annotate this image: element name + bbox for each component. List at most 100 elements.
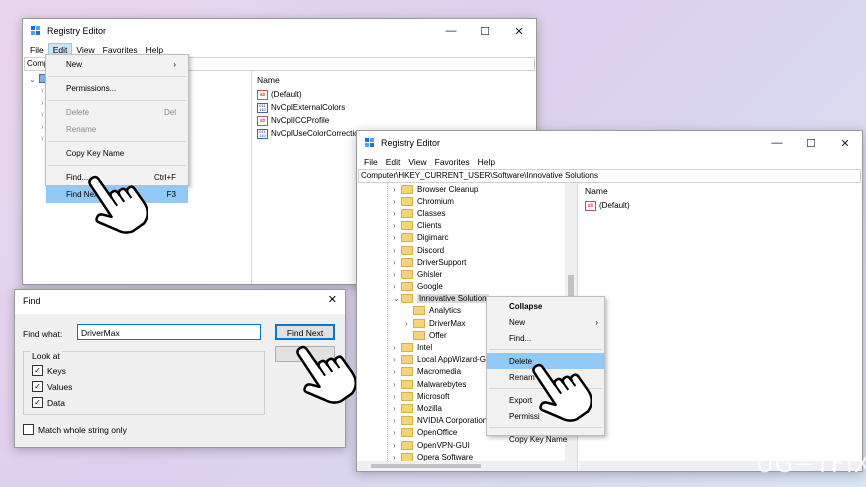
chevron-right-icon[interactable]: › <box>393 343 401 352</box>
tree-item[interactable]: ⌄ Innovative Solution <box>393 293 489 305</box>
tree-item[interactable]: › Browser Cleanup <box>393 183 489 195</box>
tree-item[interactable]: › Microsoft <box>393 390 489 402</box>
tree-item[interactable]: › NVIDIA Corporation <box>393 415 489 427</box>
chevron-right-icon[interactable]: › <box>393 392 401 401</box>
chevron-right-icon[interactable]: › <box>393 270 401 279</box>
tree-item[interactable]: › DriverSupport <box>393 256 489 268</box>
folder-icon <box>401 282 413 292</box>
menu-item-new[interactable]: New › <box>487 314 604 330</box>
folder-icon <box>401 221 413 231</box>
title-bar[interactable]: Registry Editor — ☐ ✕ <box>357 131 862 155</box>
chevron-right-icon[interactable]: › <box>393 441 401 450</box>
tree-item-label: Mozilla <box>417 403 442 413</box>
value-name: (Default) <box>599 201 630 210</box>
column-header-name[interactable]: Name <box>585 186 862 199</box>
menu-item-collapse[interactable]: Collapse <box>487 298 604 314</box>
tree-item-label: DriverSupport <box>417 257 467 267</box>
tree-item[interactable]: › Digimarc <box>393 232 489 244</box>
tree-item[interactable]: › Malwarebytes <box>393 378 489 390</box>
close-icon[interactable]: ✕ <box>828 131 862 155</box>
tree-item[interactable]: › Intel <box>393 341 489 353</box>
chevron-right-icon[interactable]: › <box>393 404 401 413</box>
tree-item[interactable]: › Local AppWizard-G <box>393 354 489 366</box>
chevron-right-icon[interactable]: › <box>393 221 401 230</box>
tree-item[interactable]: › OpenOffice <box>393 427 489 439</box>
menu-item-copy-key-name[interactable]: Copy Key Name <box>46 145 188 162</box>
chevron-right-icon[interactable]: › <box>393 428 401 437</box>
tree-item[interactable]: › Ghisler <box>393 268 489 280</box>
column-header-name[interactable]: Name <box>257 75 536 88</box>
folder-icon <box>401 367 413 377</box>
tree-item-label: Microsoft <box>417 391 450 401</box>
menu-file[interactable]: File <box>360 155 382 169</box>
chevron-right-icon[interactable]: › <box>393 355 401 364</box>
tree-item[interactable]: › DriverMax <box>405 317 489 329</box>
menu-item-rename[interactable]: Rename <box>46 121 188 138</box>
chevron-right-icon[interactable]: › <box>393 416 401 425</box>
tree-item[interactable]: › Clients <box>393 220 489 232</box>
address-bar[interactable]: Computer\HKEY_CURRENT_USER\Software\Inno… <box>358 169 861 183</box>
tree-item[interactable]: › Classes <box>393 207 489 219</box>
chevron-right-icon[interactable]: › <box>393 258 401 267</box>
chevron-right-icon[interactable]: › <box>393 380 401 389</box>
menu-item-delete[interactable]: Delete Del <box>46 104 188 121</box>
folder-icon <box>413 306 425 316</box>
window-title: Registry Editor <box>381 138 441 148</box>
match-whole-string-checkbox[interactable]: Match whole string only <box>23 424 127 435</box>
value-row[interactable]: ab (Default) <box>585 199 862 212</box>
data-checkbox[interactable]: ✓ Data <box>32 397 65 408</box>
maximize-icon[interactable]: ☐ <box>468 19 502 43</box>
close-icon[interactable]: ✕ <box>502 19 536 43</box>
chevron-right-icon[interactable]: › <box>393 197 401 206</box>
scrollbar-thumb[interactable] <box>371 464 481 468</box>
menu-favorites[interactable]: Favorites <box>431 155 474 169</box>
tree-item-label: Analytics <box>429 306 462 316</box>
chevron-right-icon[interactable]: › <box>393 246 401 255</box>
tree-item[interactable]: › Mozilla <box>393 402 489 414</box>
chevron-right-icon[interactable]: › <box>393 282 401 291</box>
menu-edit[interactable]: Edit <box>382 155 405 169</box>
folder-icon <box>401 294 413 304</box>
chevron-right-icon[interactable]: › <box>393 185 401 194</box>
chevron-right-icon: › <box>173 60 176 69</box>
folder-icon <box>401 233 413 243</box>
menu-item-new[interactable]: New › <box>46 56 188 73</box>
tree-item[interactable]: Analytics <box>405 305 489 317</box>
tree-item-label: Macromedia <box>417 367 462 377</box>
menu-separator <box>489 349 602 350</box>
maximize-icon[interactable]: ☐ <box>794 131 828 155</box>
tree-horizontal-scrollbar[interactable] <box>357 461 577 471</box>
chevron-down-icon[interactable]: ⌄ <box>393 294 401 303</box>
title-bar[interactable]: Registry Editor — ☐ ✕ <box>23 19 536 43</box>
menu-item-copy-key-name[interactable]: Copy Key Name <box>487 431 604 447</box>
value-row[interactable]: ab NvCplICCProfile <box>257 114 536 127</box>
expand-chevron-icon[interactable]: ⌄ <box>29 75 36 84</box>
pane-divider[interactable] <box>251 71 252 284</box>
values-checkbox[interactable]: ✓ Values <box>32 381 72 392</box>
tree-item[interactable]: › Chromium <box>393 195 489 207</box>
menu-item-find[interactable]: Find... <box>487 330 604 346</box>
chevron-right-icon[interactable]: › <box>393 367 401 376</box>
menu-item-permissions[interactable]: Permissions... <box>46 80 188 97</box>
chevron-right-icon[interactable]: › <box>393 209 401 218</box>
tree-item-label: Clients <box>417 221 442 231</box>
close-icon[interactable]: ✕ <box>328 293 337 306</box>
keys-checkbox[interactable]: ✓ Keys <box>32 365 66 376</box>
tree-item[interactable]: › OpenVPN-GUI <box>393 439 489 451</box>
chevron-right-icon[interactable]: › <box>405 319 413 328</box>
hand-cursor-icon <box>532 363 592 422</box>
tree-item[interactable]: Offer <box>405 329 489 341</box>
tree-item-label: Intel <box>417 343 433 353</box>
tree-item[interactable]: › Macromedia <box>393 366 489 378</box>
watermark-logo: UG−TFIX <box>756 450 866 478</box>
value-row[interactable]: 011 110 NvCplExternalColors <box>257 101 536 114</box>
value-row[interactable]: ab (Default) <box>257 88 536 101</box>
find-what-input[interactable]: DriverMax <box>77 324 261 340</box>
chevron-right-icon[interactable]: › <box>393 233 401 242</box>
tree-item[interactable]: › Google <box>393 281 489 293</box>
menu-view[interactable]: View <box>404 155 430 169</box>
tree-item[interactable]: › Discord <box>393 244 489 256</box>
minimize-icon[interactable]: — <box>434 19 468 43</box>
menu-help[interactable]: Help <box>474 155 499 169</box>
minimize-icon[interactable]: — <box>760 131 794 155</box>
